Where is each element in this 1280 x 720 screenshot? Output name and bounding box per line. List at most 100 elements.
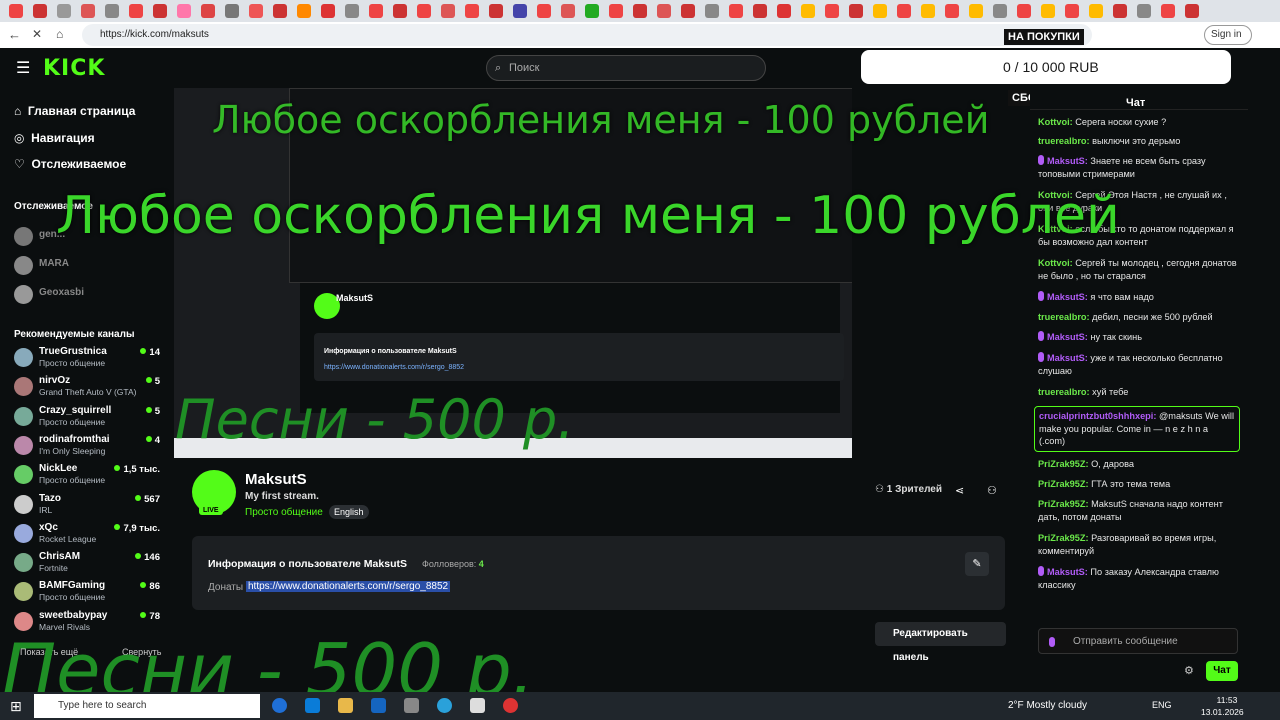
chat-username[interactable]: Kottvoi [1038, 258, 1070, 268]
weather[interactable]: 2°F Mostly cloudy [1008, 700, 1087, 711]
browser-tab-icon[interactable] [33, 4, 47, 18]
sidebar-channel[interactable]: TrueGrustnica Просто общение 14 [14, 346, 164, 374]
chat-message[interactable]: Kottvoi: Серега носки сухие ? [1038, 116, 1238, 129]
kick-logo[interactable]: KICK [43, 56, 105, 81]
browser-tab-icon[interactable] [321, 4, 335, 18]
browser-tab-icon[interactable] [633, 4, 647, 18]
chat-username[interactable]: PriZrak95Z [1038, 499, 1086, 509]
chat-message[interactable]: truerealbro: хуй тебе [1038, 386, 1238, 399]
browser-tab-icon[interactable] [681, 4, 695, 18]
browser-tab-icon[interactable] [369, 4, 383, 18]
chat-message[interactable]: MaksutS: По заказу Александра ставлю кла… [1038, 566, 1238, 591]
browser-tab-icon[interactable] [825, 4, 839, 18]
show-more-link[interactable]: Показать ещё [20, 647, 78, 657]
chat-username[interactable]: MaksutS [1047, 353, 1085, 363]
browser-tab-icon[interactable] [513, 4, 527, 18]
share-icon[interactable]: ⋖ [955, 484, 964, 497]
chat-username[interactable]: MaksutS [1047, 567, 1085, 577]
chat-message[interactable]: MaksutS: я что вам надо [1038, 291, 1238, 304]
back-icon[interactable]: ← [8, 27, 21, 42]
chat-message[interactable]: PriZrak95Z: ГТА это тема тема [1038, 478, 1238, 491]
taskbar-search[interactable]: Type here to search [34, 694, 260, 718]
menu-icon[interactable]: ☰ [16, 58, 30, 78]
browser-tab-icon[interactable] [537, 4, 551, 18]
browser-tab-icon[interactable] [297, 4, 311, 18]
chat-message[interactable]: Kottvoi: если бы кто то донатом поддержа… [1038, 223, 1238, 248]
reload-icon[interactable]: ✕ [32, 27, 42, 41]
browser-tab-icon[interactable] [1041, 4, 1055, 18]
browser-tab-icon[interactable] [465, 4, 479, 18]
browser-tab-icon[interactable] [201, 4, 215, 18]
sidebar-channel[interactable]: Crazy_squirrell Просто общение 5 [14, 405, 164, 433]
clock-date[interactable]: 13.01.2026 [1201, 707, 1244, 717]
browser-tab-icon[interactable] [249, 4, 263, 18]
browser-tab-icon[interactable] [1089, 4, 1103, 18]
chat-username[interactable]: MaksutS [1047, 332, 1085, 342]
sidebar-channel[interactable]: nirvOz Grand Theft Auto V (GTA) 5 [14, 375, 164, 403]
sidebar-channel[interactable]: ChrisAM Fortnite 146 [14, 551, 164, 579]
edit-panel-button[interactable]: Редактировать панель [875, 622, 1006, 663]
browser-tab-icon[interactable] [1065, 4, 1079, 18]
browser-tab-icon[interactable] [417, 4, 431, 18]
signin-button[interactable]: Sign in [1204, 25, 1252, 45]
browser-tab-icon[interactable] [57, 4, 71, 18]
chat-username[interactable]: crucialprintzbut0shhhxepi [1039, 411, 1153, 421]
browser-tab-icon[interactable] [1185, 4, 1199, 18]
clock-time[interactable]: 11:53 [1212, 695, 1242, 705]
browser-tab-icon[interactable] [945, 4, 959, 18]
browser-tab-icon[interactable] [801, 4, 815, 18]
language-tag[interactable]: English [329, 505, 369, 519]
chat-username[interactable]: Kottvoi [1038, 190, 1070, 200]
browser-tab-icon[interactable] [873, 4, 887, 18]
chat-message[interactable]: PriZrak95Z: Разговаривай во время игры, … [1038, 532, 1238, 557]
chat-message[interactable]: MaksutS: ну так скинь [1038, 331, 1238, 344]
chat-message[interactable]: truerealbro: выключи это дерьмо [1038, 135, 1238, 148]
browser-tab-icon[interactable] [1161, 4, 1175, 18]
browser-tab-icon[interactable] [609, 4, 623, 18]
browser-tab-icon[interactable] [705, 4, 719, 18]
app-icon[interactable] [503, 698, 518, 713]
sidebar-channel[interactable]: Tazo IRL 567 [14, 493, 164, 521]
browser-tab-icon[interactable] [273, 4, 287, 18]
chat-message[interactable]: Kottvoi: Сергей ты молодец , сегодня дон… [1038, 257, 1238, 282]
following-channel[interactable]: Geoxasbi [14, 283, 164, 311]
browser-tab-icon[interactable] [153, 4, 167, 18]
browser-tab-icon[interactable] [177, 4, 191, 18]
folder-icon[interactable] [338, 698, 353, 713]
chat-message[interactable]: crucialprintzbut0shhhxepi: @maksuts We w… [1034, 406, 1240, 452]
cortana-icon[interactable] [272, 698, 287, 713]
settings-icon[interactable]: ⚙ [1184, 664, 1194, 677]
browser-tab-icon[interactable] [105, 4, 119, 18]
browser-tab-icon[interactable] [441, 4, 455, 18]
chat-message[interactable]: MaksutS: Знаете не всем быть сразу топов… [1038, 155, 1238, 180]
browser-tab-icon[interactable] [1137, 4, 1151, 18]
browser-tab-strip[interactable] [0, 0, 1280, 22]
browser-tab-icon[interactable] [969, 4, 983, 18]
browser-tab-icon[interactable] [129, 4, 143, 18]
edge-icon[interactable] [305, 698, 320, 713]
streamer-name[interactable]: MaksutS [245, 471, 307, 488]
address-bar[interactable]: https://kick.com/maksuts [82, 24, 1092, 46]
browser-tab-icon[interactable] [993, 4, 1007, 18]
chat-username[interactable]: Kottvoi [1038, 224, 1070, 234]
chat-message[interactable]: Kottvoi: Сергей Этоя Настя , не слушай и… [1038, 189, 1238, 214]
windows-start-icon[interactable]: ⊞ [10, 698, 22, 715]
browser-tab-icon[interactable] [393, 4, 407, 18]
app-icon[interactable] [470, 698, 485, 713]
browser-tab-icon[interactable] [753, 4, 767, 18]
browser-tab-icon[interactable] [921, 4, 935, 18]
chat-username[interactable]: Kottvoi [1038, 117, 1070, 127]
chat-username[interactable]: PriZrak95Z [1038, 459, 1086, 469]
chat-username[interactable]: truerealbro [1038, 136, 1087, 146]
follow-user-icon[interactable]: ⚇ [987, 484, 997, 497]
browser-tab-icon[interactable] [1017, 4, 1031, 18]
browser-tab-icon[interactable] [729, 4, 743, 18]
chat-message[interactable]: MaksutS: уже и так несколько бесплатно с… [1038, 352, 1238, 377]
browser-tab-icon[interactable] [777, 4, 791, 18]
sidebar-item-following[interactable]: ♡ Отслеживаемое [14, 157, 126, 171]
chat-username[interactable]: PriZrak95Z [1038, 533, 1086, 543]
browser-tab-icon[interactable] [225, 4, 239, 18]
chat-message[interactable]: PriZrak95Z: MaksutS сначала надо контент… [1038, 498, 1238, 523]
edit-icon[interactable]: ✎ [965, 552, 989, 576]
chat-username[interactable]: MaksutS [1047, 156, 1085, 166]
